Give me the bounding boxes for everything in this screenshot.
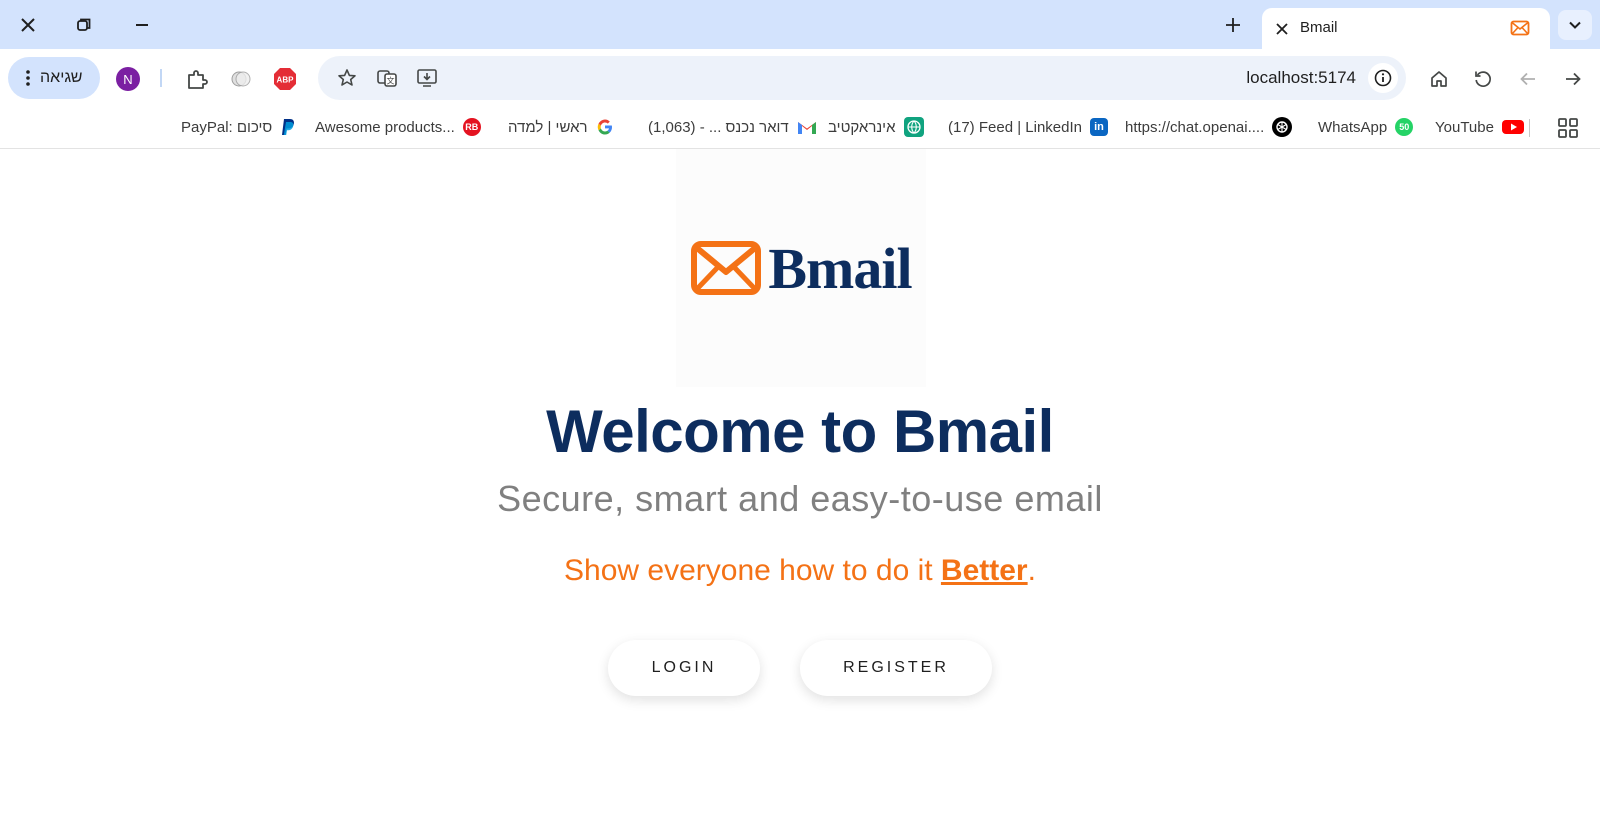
close-icon [21,18,35,32]
tab-title: Bmail [1300,19,1338,36]
bookmark-youtube[interactable]: YouTube [1435,115,1524,139]
gmail-icon [797,122,816,134]
envelope-favicon-icon [1510,20,1530,36]
bookmark-label: אינראקטיב [828,118,896,136]
all-bookmarks-button[interactable] [1556,116,1580,140]
bookmark-label: דואר נכנס ... - (1,063) [648,118,789,136]
address-bar[interactable]: 文 localhost:5174 [318,56,1406,100]
bookmark-label: YouTube [1435,118,1494,136]
logo-wordmark: Bmail [768,235,912,301]
bookmark-label: Awesome products... [315,118,455,136]
bookmark-linkedin[interactable]: (17) Feed | LinkedIn in [948,115,1108,139]
bookmarks-separator [1529,119,1530,137]
page-subtitle: Secure, smart and easy-to-use email [497,478,1103,519]
register-button[interactable]: REGISTER [800,640,992,696]
adblock-plus-button[interactable]: ABP [272,66,298,92]
cast-button[interactable] [414,65,440,91]
bookmarks-bar: YouTube WhatsApp 50 https://chat.openai.… [0,107,1600,149]
bookmark-label: https://chat.openai.... [1125,118,1265,136]
tab-close-button[interactable] [1270,17,1294,41]
svg-text:文: 文 [387,76,395,86]
whatsapp-icon: 50 [1395,118,1414,136]
chevron-down-icon [1569,21,1581,29]
minimize-window-button[interactable] [125,8,159,42]
google-icon [597,119,612,135]
linkedin-icon: in [1089,118,1108,136]
bookmark-google[interactable]: ראשי | למדה [508,115,614,139]
back-button[interactable] [1515,66,1541,92]
translate-icon: 文 [377,70,397,87]
close-window-button[interactable] [11,8,45,42]
bookmark-star-button[interactable] [334,65,360,91]
bookmark-interactive[interactable]: אינראקטיב [828,115,924,139]
site-info-button[interactable] [1368,63,1398,93]
tab-search-button[interactable] [1558,10,1592,40]
youtube-icon [1501,120,1524,134]
toolbar-divider [160,69,162,87]
tagline-prefix: Show everyone how to do it [564,554,941,587]
extensions-button[interactable] [184,66,210,92]
openai-icon [1272,117,1293,137]
minimize-icon [136,24,148,26]
tab-bmail[interactable]: Bmail [1262,8,1550,49]
envelope-logo-icon [691,241,762,295]
restore-icon [77,18,91,31]
bookmark-label: PayPal: סיכום [181,118,273,136]
error-menu-chip[interactable]: שגיאה [8,57,100,99]
reload-button[interactable] [1470,66,1496,92]
translate-button[interactable]: 文 [374,65,400,91]
bookmark-paypal[interactable]: PayPal: סיכום [181,115,296,139]
reload-icon [1475,71,1491,87]
info-icon [1374,69,1392,87]
bookmark-whatsapp[interactable]: WhatsApp 50 [1318,115,1414,139]
arrow-left-icon [1520,72,1535,86]
bmail-logo: Bmail [676,149,926,387]
bookmark-redbubble[interactable]: Awesome products... RB [315,115,481,139]
bookmark-gmail[interactable]: דואר נכנס ... - (1,063) [648,115,817,139]
paypal-icon [282,119,295,135]
tagline: Show everyone how to do it Better. [0,554,1600,588]
bookmark-label: WhatsApp [1318,118,1388,136]
tab-strip: Bmail [0,0,1600,49]
error-chip-label: שגיאה [40,69,83,86]
redbubble-icon: RB [462,118,481,136]
browser-toolbar: שגיאה N ABP 文 localhost:5174 [0,49,1600,107]
more-vert-icon [26,70,30,86]
page-title: Welcome to Bmail [546,398,1054,465]
tagline-suffix: . [1027,554,1036,587]
bookmark-label: (17) Feed | LinkedIn [948,118,1082,136]
puzzle-icon [188,70,208,89]
login-button[interactable]: LOGIN [608,640,760,696]
restore-window-button[interactable] [67,8,101,42]
adblock-plus-icon: ABP [274,68,296,90]
star-icon [338,69,356,86]
overlap-circles-icon [231,71,251,87]
url-text[interactable]: localhost:5174 [1246,68,1356,88]
svg-text:ABP: ABP [277,76,295,85]
new-tab-button[interactable] [1218,10,1248,40]
forward-button[interactable] [1560,66,1586,92]
tagline-emphasis: Better [940,554,1028,587]
home-button[interactable] [1426,66,1452,92]
plus-icon [1226,18,1240,32]
bookmark-label: ראשי | למדה [508,118,588,136]
close-icon [1276,23,1288,35]
profile-avatar[interactable]: N [116,67,140,91]
grid-icon [1558,118,1578,138]
arrow-right-icon [1566,72,1581,86]
bookmark-chatgpt[interactable]: https://chat.openai.... [1125,115,1293,139]
globe-icon [903,117,924,137]
extension-circles-button[interactable] [228,66,254,92]
install-app-icon [417,69,437,87]
home-icon [1431,71,1447,87]
